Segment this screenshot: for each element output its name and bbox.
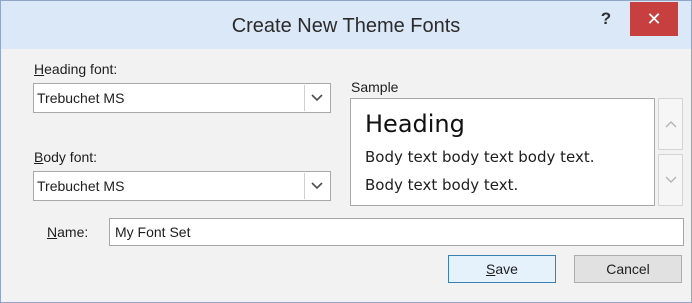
body-font-label: Body font: xyxy=(34,149,98,165)
dialog-title: Create New Theme Fonts xyxy=(231,15,461,37)
sample-body-line-1: Body text body text body text. xyxy=(365,148,595,166)
close-icon: ✕ xyxy=(646,9,662,29)
chevron-down-icon xyxy=(311,94,323,102)
heading-font-dropdown-button[interactable] xyxy=(304,85,329,111)
sample-label: Sample xyxy=(351,79,399,95)
body-font-value: Trebuchet MS xyxy=(37,178,125,194)
help-button[interactable]: ? xyxy=(596,7,616,31)
heading-font-label: Heading font: xyxy=(34,61,118,77)
body-font-select[interactable]: Trebuchet MS xyxy=(33,171,331,201)
sample-body-line-2: Body text body text. xyxy=(365,176,519,194)
sample-scroll-up-button[interactable] xyxy=(658,98,683,150)
name-label: Name: xyxy=(47,224,89,240)
title-bar[interactable]: Create New Theme Fonts ? ✕ xyxy=(1,1,691,49)
sample-scroll-down-button[interactable] xyxy=(658,154,683,206)
chevron-up-icon xyxy=(665,121,677,128)
dialog-body: Heading font: Trebuchet MS Body font: Tr… xyxy=(1,49,691,302)
chevron-down-icon xyxy=(665,176,677,183)
cancel-button[interactable]: Cancel xyxy=(574,255,682,283)
chevron-down-icon xyxy=(311,182,323,190)
create-theme-fonts-dialog: Create New Theme Fonts ? ✕ Heading font:… xyxy=(0,0,692,303)
name-field-value: My Font Set xyxy=(115,224,191,240)
save-button[interactable]: Save xyxy=(448,255,556,283)
close-button[interactable]: ✕ xyxy=(630,2,678,36)
heading-font-select[interactable]: Trebuchet MS xyxy=(33,83,331,113)
heading-font-value: Trebuchet MS xyxy=(37,90,125,106)
body-font-dropdown-button[interactable] xyxy=(304,173,329,199)
sample-heading-text: Heading xyxy=(365,110,465,138)
name-field[interactable]: My Font Set xyxy=(109,218,684,246)
sample-preview: Heading Body text body text body text. B… xyxy=(350,98,655,206)
